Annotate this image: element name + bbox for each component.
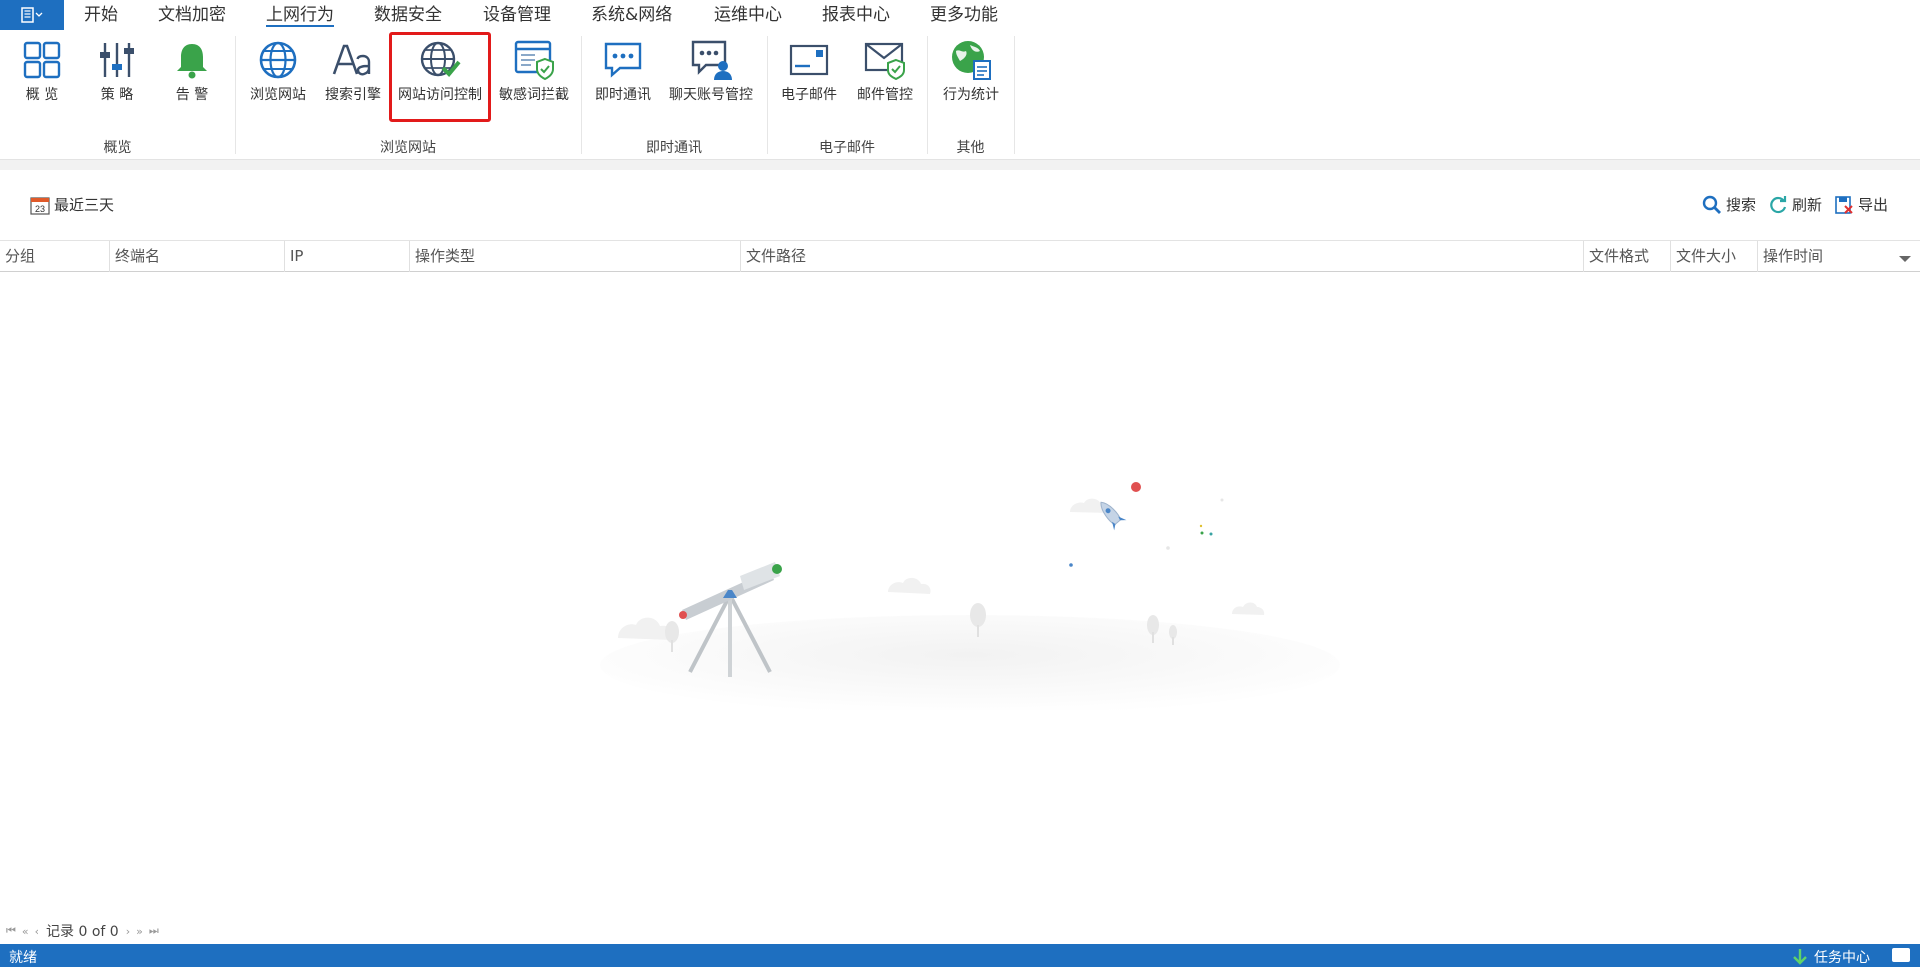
globe-report-icon: [949, 38, 993, 82]
menu-ops-center[interactable]: 运维中心: [714, 3, 782, 27]
behavior-stats-button[interactable]: 行为统计: [938, 38, 1004, 120]
email-control-button[interactable]: 邮件管控: [852, 38, 918, 120]
menu-report-center[interactable]: 报表中心: [822, 3, 890, 27]
calendar-icon: 23: [30, 195, 50, 215]
record-count: 记录 0 of 0: [46, 924, 119, 940]
export-label: 导出: [1858, 196, 1889, 214]
email-button-label: 电子邮件: [781, 87, 837, 103]
refresh-button[interactable]: 刷新: [1768, 194, 1822, 215]
im-button-label: 即时通讯: [595, 87, 651, 103]
prev-page-icon[interactable]: ‹: [35, 925, 39, 938]
browse-sites-button[interactable]: 浏览网站: [245, 38, 311, 120]
search-icon: [1702, 195, 1722, 215]
sensitive-word-block-button-label: 敏感词拦截: [499, 87, 569, 103]
group-label-im: 即时通讯: [646, 140, 702, 156]
search-engine-button[interactable]: 搜索引擎: [320, 38, 386, 120]
alert-button[interactable]: 告 警: [170, 38, 214, 120]
column-dropdown-icon[interactable]: [1898, 250, 1912, 269]
task-center-button[interactable]: 任务中心: [1792, 947, 1870, 967]
ribbon-divider: [0, 160, 1920, 170]
menu-doc-encryption[interactable]: 文档加密: [158, 3, 226, 27]
refresh-icon: [1768, 195, 1788, 215]
font-aa-icon: [331, 38, 375, 82]
group-separator: [1014, 36, 1015, 154]
envelope-icon: [787, 38, 831, 82]
sliders-icon: [95, 38, 139, 82]
group-label-other: 其他: [956, 140, 985, 156]
envelope-shield-icon: [863, 38, 907, 82]
grid-icon: [20, 38, 64, 82]
first-page-icon[interactable]: ⏮: [6, 924, 16, 938]
chat-user-icon: [689, 38, 733, 82]
date-range-button[interactable]: 23 最近三天: [30, 194, 114, 215]
column-header-group[interactable]: 分组: [0, 241, 109, 272]
menu-internet-behavior[interactable]: 上网行为: [266, 3, 334, 27]
app-menu-button[interactable]: [0, 0, 64, 30]
toolbar: 23 最近三天 搜索 刷新 导出: [0, 170, 1920, 240]
empty-state-illustration: [570, 470, 1350, 715]
search-engine-button-label: 搜索引擎: [325, 87, 381, 103]
search-button[interactable]: 搜索: [1702, 194, 1756, 215]
behavior-stats-button-label: 行为统计: [943, 87, 999, 103]
task-center-label: 任务中心: [1814, 950, 1870, 966]
globe-icon: [256, 38, 300, 82]
im-button[interactable]: 即时通讯: [590, 38, 656, 120]
message-icon[interactable]: [1892, 948, 1910, 962]
browse-sites-button-label: 浏览网站: [250, 87, 306, 103]
alert-button-label: 告 警: [175, 87, 209, 103]
menu-more-functions[interactable]: 更多功能: [930, 3, 998, 27]
download-arrow-icon: [1793, 949, 1807, 965]
column-header-operation-time[interactable]: 操作时间: [1757, 241, 1920, 272]
chat-account-control-button[interactable]: 聊天账号管控: [665, 38, 757, 120]
export-icon: [1834, 195, 1854, 215]
bell-icon: [170, 38, 214, 82]
prev-block-icon[interactable]: «: [22, 925, 29, 938]
email-control-button-label: 邮件管控: [857, 87, 913, 103]
menu-system-network[interactable]: 系统&网络: [591, 3, 672, 27]
refresh-label: 刷新: [1792, 196, 1823, 214]
status-bar: 就绪 任务中心: [0, 944, 1920, 967]
column-header-file-path[interactable]: 文件路径: [740, 241, 1583, 272]
app-menu-icon: [21, 7, 43, 23]
window-shield-icon: [512, 38, 556, 82]
next-block-icon[interactable]: »: [136, 925, 143, 938]
policy-button-label: 策 略: [100, 87, 134, 103]
column-header-ip[interactable]: IP: [284, 241, 409, 272]
group-label-overview: 概览: [103, 140, 132, 156]
pager: ⏮ « ‹ 记录 0 of 0 › » ⏭: [0, 918, 162, 944]
sensitive-word-block-button[interactable]: 敏感词拦截: [496, 38, 572, 120]
last-page-icon[interactable]: ⏭: [149, 924, 159, 938]
menu-bar: 开始 文档加密 上网行为 数据安全 设备管理 系统&网络 运维中心 报表中心 更…: [0, 0, 1920, 30]
next-page-icon[interactable]: ›: [126, 925, 130, 938]
column-header-operation-type[interactable]: 操作类型: [409, 241, 740, 272]
calendar-day: 23: [35, 204, 45, 214]
date-range-label: 最近三天: [54, 196, 115, 214]
column-header-file-format[interactable]: 文件格式: [1583, 241, 1670, 272]
export-button[interactable]: 导出: [1834, 194, 1888, 215]
ribbon: 概 览 策 略 告 警 浏览网站 搜索引擎 网站访问控制 敏感词拦截 即时通讯 …: [0, 30, 1920, 160]
search-label: 搜索: [1726, 196, 1757, 214]
menu-data-security[interactable]: 数据安全: [374, 3, 442, 27]
email-button[interactable]: 电子邮件: [776, 38, 842, 120]
overview-button[interactable]: 概 览: [20, 38, 64, 120]
chat-account-control-button-label: 聊天账号管控: [669, 87, 753, 103]
overview-button-label: 概 览: [25, 87, 59, 103]
policy-button[interactable]: 策 略: [95, 38, 139, 120]
group-label-email: 电子邮件: [819, 140, 875, 156]
status-text: 就绪: [9, 950, 37, 966]
group-label-browse: 浏览网站: [380, 140, 436, 156]
column-header-file-size[interactable]: 文件大小: [1670, 241, 1757, 272]
column-header-terminal-name[interactable]: 终端名: [109, 241, 284, 272]
menu-start[interactable]: 开始: [84, 3, 118, 27]
highlight-box: [389, 32, 491, 122]
chat-bubble-icon: [601, 38, 645, 82]
table-header: 分组 终端名 IP 操作类型 文件路径 文件格式 文件大小 操作时间: [0, 240, 1920, 272]
menu-device-management[interactable]: 设备管理: [483, 3, 551, 27]
